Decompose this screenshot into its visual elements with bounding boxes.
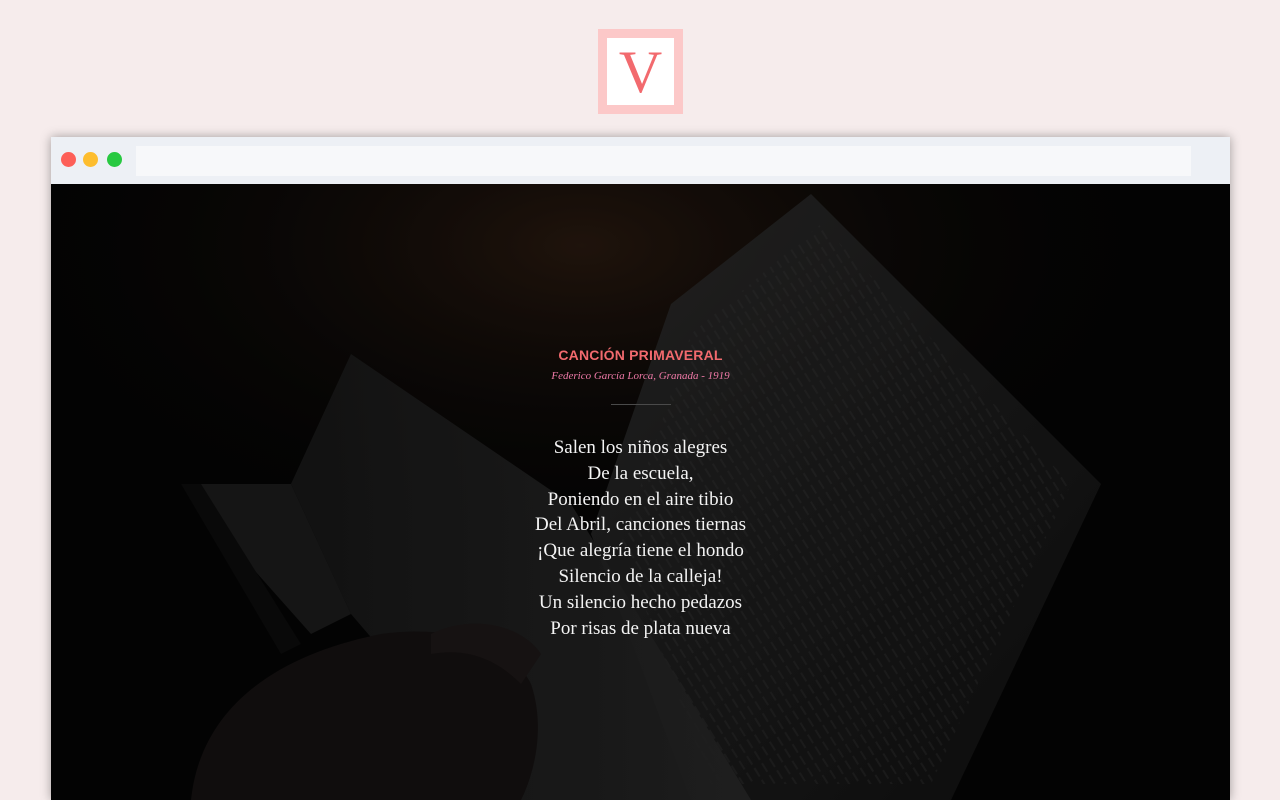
poem-verse: Un silencio hecho pedazos — [538, 591, 743, 613]
poem-author: Federico García Lorca, Granada - 1919 — [551, 370, 730, 382]
poem-verse: ¡Que alegría tiene el hondo — [537, 540, 744, 562]
poem-verses: Salen los niños alegres De la escuela, P… — [51, 435, 1230, 641]
logo-letter: V — [607, 38, 674, 105]
close-window-button[interactable] — [61, 152, 76, 167]
poem-verse: Del Abril, canciones tiernas — [534, 514, 747, 536]
poem-verse: De la escuela, — [587, 462, 694, 484]
title-divider — [610, 404, 671, 405]
poem-verse: Por risas de plata nueva — [550, 617, 731, 639]
poem-verse: Silencio de la calleja! — [558, 565, 723, 587]
page-viewport: CANCIÓN PRIMAVERAL Federico García Lorca… — [51, 184, 1230, 800]
poem-verse: Salen los niños alegres — [553, 437, 728, 458]
poem-title: CANCIÓN PRIMAVERAL — [558, 347, 723, 363]
poem-block: CANCIÓN PRIMAVERAL Federico García Lorca… — [51, 344, 1230, 641]
poem-verse: Poniendo en el aire tibio — [547, 488, 734, 510]
browser-toolbar — [51, 137, 1230, 185]
minimize-window-button[interactable] — [83, 152, 98, 167]
brand-logo[interactable]: V — [598, 29, 683, 114]
address-bar[interactable] — [136, 146, 1191, 176]
maximize-window-button[interactable] — [107, 152, 122, 167]
browser-window: CANCIÓN PRIMAVERAL Federico García Lorca… — [51, 137, 1230, 800]
